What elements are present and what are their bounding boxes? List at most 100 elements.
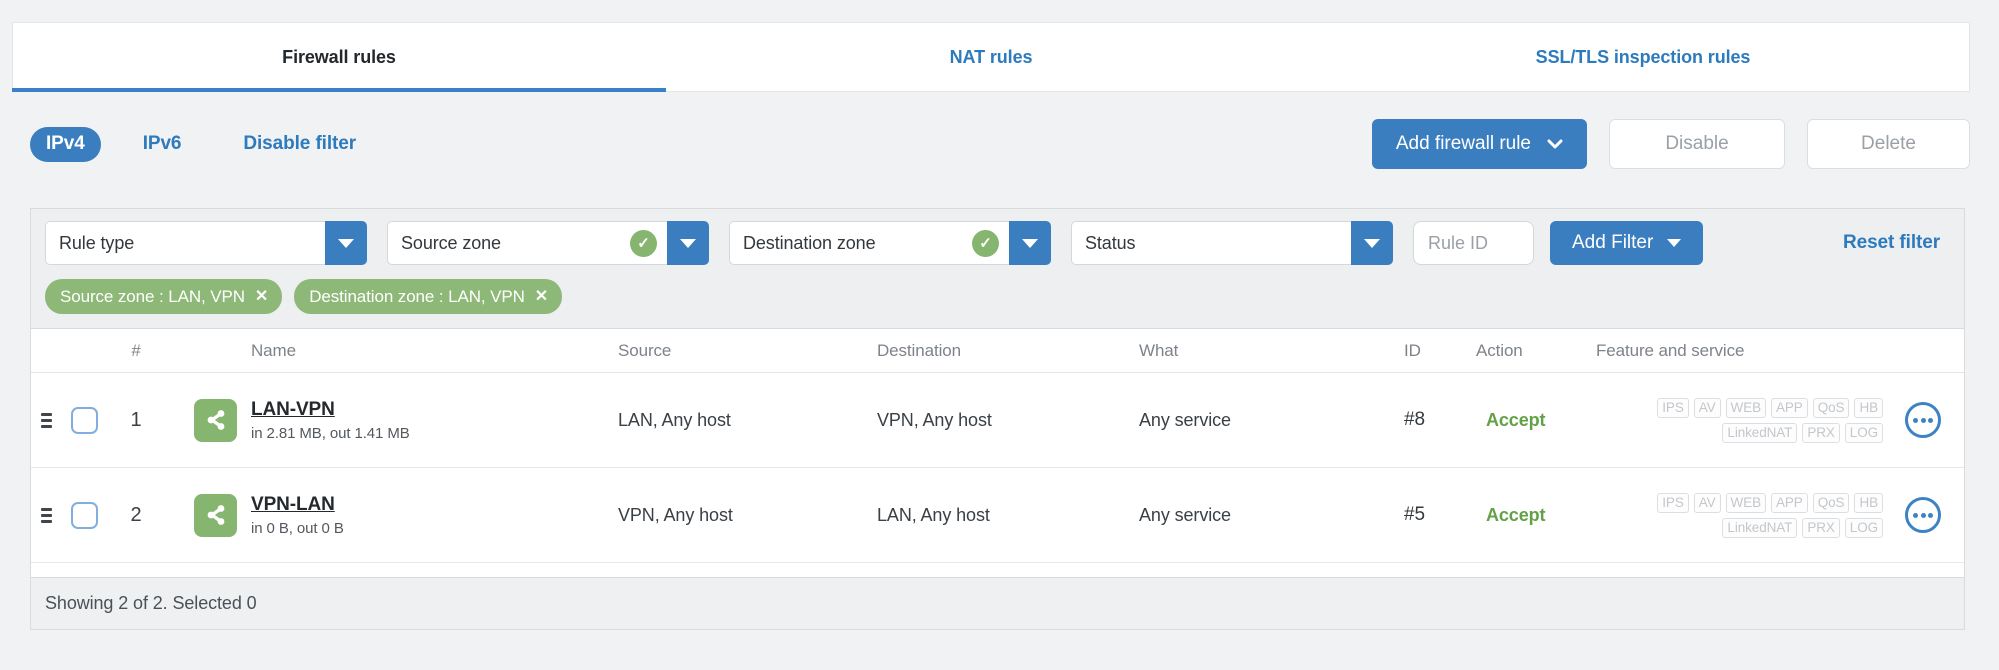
tab-firewall-rules[interactable]: Firewall rules <box>12 23 666 92</box>
feature-badge: LinkedNAT <box>1722 517 1798 538</box>
check-circle-icon: ✓ <box>630 229 657 257</box>
active-filter-chips: Source zone : LAN, VPN ✕ Destination zon… <box>45 279 1940 314</box>
rule-share-icon[interactable] <box>194 398 237 442</box>
rule-name-link[interactable]: VPN-LAN <box>251 494 335 516</box>
add-filter-button[interactable]: Add Filter <box>1550 221 1704 265</box>
rule-what: Any service <box>1139 409 1231 430</box>
chevron-down-icon <box>1547 139 1563 149</box>
disable-filter-link[interactable]: Disable filter <box>243 133 356 155</box>
table-status-text: Showing 2 of 2. Selected 0 <box>45 593 257 613</box>
ipv4-filter-pill[interactable]: IPv4 <box>30 126 101 162</box>
feature-badge: QoS <box>1812 397 1850 418</box>
rule-type-tabbar: Firewall rules NAT rules SSL/TLS inspect… <box>12 22 1970 92</box>
add-firewall-rule-label: Add firewall rule <box>1395 133 1531 154</box>
feature-badge: WEB <box>1725 397 1766 418</box>
firewall-rules-panel: Rule type Source zone ✓ Destination zone… <box>30 208 1965 630</box>
destination-zone-dropdown-field: Destination zone ✓ <box>729 221 1009 265</box>
add-firewall-rule-button[interactable]: Add firewall rule <box>1371 119 1587 169</box>
col-header-id: ID <box>1404 340 1421 360</box>
feature-badge: APP <box>1771 492 1808 513</box>
share-nodes-icon <box>207 505 224 525</box>
rule-type-dropdown[interactable]: Rule type <box>45 221 367 265</box>
feature-badge: IPS <box>1657 397 1689 418</box>
check-circle-icon: ✓ <box>972 229 999 257</box>
rule-id: #8 <box>1404 409 1425 430</box>
feature-badges: IPS AV WEB APP QoS HB LinkedNAT PRX LOG <box>1596 397 1891 443</box>
rule-name-cell: VPN-LAN in 0 B, out 0 B <box>251 494 618 537</box>
status-dropdown-field: Status <box>1071 221 1351 265</box>
add-filter-label: Add Filter <box>1572 232 1654 253</box>
source-zone-dropdown-field: Source zone ✓ <box>387 221 667 265</box>
feature-badge: HB <box>1854 397 1883 418</box>
tab-ssl-tls-inspection-rules[interactable]: SSL/TLS inspection rules <box>1317 23 1969 91</box>
remove-chip-icon[interactable]: ✕ <box>255 288 268 305</box>
rule-destination: VPN, Any host <box>877 409 992 430</box>
ipv6-filter-link[interactable]: IPv6 <box>143 133 182 155</box>
caret-down-icon <box>680 238 696 248</box>
source-zone-dropdown-label: Source zone <box>401 232 501 253</box>
col-header-destination: Destination <box>877 340 961 360</box>
feature-badge: IPS <box>1657 492 1689 513</box>
caret-down-icon <box>1364 238 1380 248</box>
status-dropdown-button[interactable] <box>1351 221 1393 265</box>
delete-button[interactable]: Delete <box>1807 119 1970 169</box>
reset-filter-link[interactable]: Reset filter <box>1843 232 1940 254</box>
share-nodes-icon <box>207 410 224 430</box>
source-zone-dropdown[interactable]: Source zone ✓ <box>387 221 709 265</box>
destination-zone-dropdown[interactable]: Destination zone ✓ <box>729 221 1051 265</box>
col-header-source: Source <box>618 340 672 360</box>
col-header-what: What <box>1139 340 1179 360</box>
feature-badge: AV <box>1693 397 1721 418</box>
caret-down-icon <box>1667 239 1682 247</box>
rule-name-cell: LAN-VPN in 2.81 MB, out 1.41 MB <box>251 399 618 442</box>
table-footer: Showing 2 of 2. Selected 0 <box>31 577 1964 629</box>
destination-zone-dropdown-button[interactable] <box>1009 221 1051 265</box>
filter-chip-label: Destination zone : LAN, VPN <box>309 286 525 306</box>
row-checkbox[interactable] <box>71 406 98 434</box>
col-header-num: # <box>131 340 141 360</box>
col-header-action: Action <box>1476 340 1523 360</box>
rule-traffic-stats: in 2.81 MB, out 1.41 MB <box>251 424 410 442</box>
row-checkbox[interactable] <box>71 501 98 529</box>
rule-destination: LAN, Any host <box>877 504 990 525</box>
col-header-name: Name <box>251 340 296 360</box>
caret-down-icon <box>338 238 354 248</box>
rule-traffic-stats: in 0 B, out 0 B <box>251 519 344 537</box>
feature-badge: LOG <box>1844 422 1883 443</box>
rule-share-icon[interactable] <box>194 493 237 537</box>
feature-badge: QoS <box>1812 492 1850 513</box>
source-zone-dropdown-button[interactable] <box>667 221 709 265</box>
drag-handle-icon[interactable] <box>41 507 52 523</box>
feature-badge: HB <box>1854 492 1883 513</box>
row-number: 1 <box>130 408 142 431</box>
status-dropdown[interactable]: Status <box>1071 221 1393 265</box>
rule-action: Accept <box>1486 504 1546 525</box>
feature-badge: APP <box>1771 397 1808 418</box>
tab-nat-rules[interactable]: NAT rules <box>665 23 1317 91</box>
feature-badge: LOG <box>1844 517 1883 538</box>
rule-type-dropdown-button[interactable] <box>325 221 367 265</box>
rule-id: #5 <box>1404 504 1425 525</box>
table-row: 2 VPN-LAN in 0 B, out 0 B VPN, Any host … <box>31 468 1964 563</box>
rule-type-dropdown-field: Rule type <box>45 221 325 265</box>
rule-name-link[interactable]: LAN-VPN <box>251 399 335 421</box>
filter-chip-source-zone: Source zone : LAN, VPN ✕ <box>45 279 283 314</box>
drag-handle-icon[interactable] <box>41 412 52 428</box>
toolbar-actions: Add firewall rule Disable Delete <box>1371 119 1970 169</box>
filter-row: Rule type Source zone ✓ Destination zone… <box>45 221 1940 265</box>
row-number: 2 <box>130 503 142 526</box>
remove-chip-icon[interactable]: ✕ <box>535 288 548 305</box>
rule-id-input[interactable] <box>1413 221 1534 265</box>
row-more-actions-button[interactable] <box>1905 402 1941 438</box>
filter-chip-label: Source zone : LAN, VPN <box>60 286 245 306</box>
rule-type-dropdown-label: Rule type <box>59 232 135 253</box>
disable-button[interactable]: Disable <box>1609 119 1785 169</box>
rule-source: VPN, Any host <box>618 504 733 525</box>
feature-badge: LinkedNAT <box>1722 422 1798 443</box>
filter-chip-destination-zone: Destination zone : LAN, VPN ✕ <box>294 279 563 314</box>
rule-source: LAN, Any host <box>618 409 731 430</box>
rule-action: Accept <box>1486 409 1546 430</box>
feature-badge: PRX <box>1802 422 1840 443</box>
feature-badge: PRX <box>1802 517 1840 538</box>
row-more-actions-button[interactable] <box>1905 497 1941 533</box>
